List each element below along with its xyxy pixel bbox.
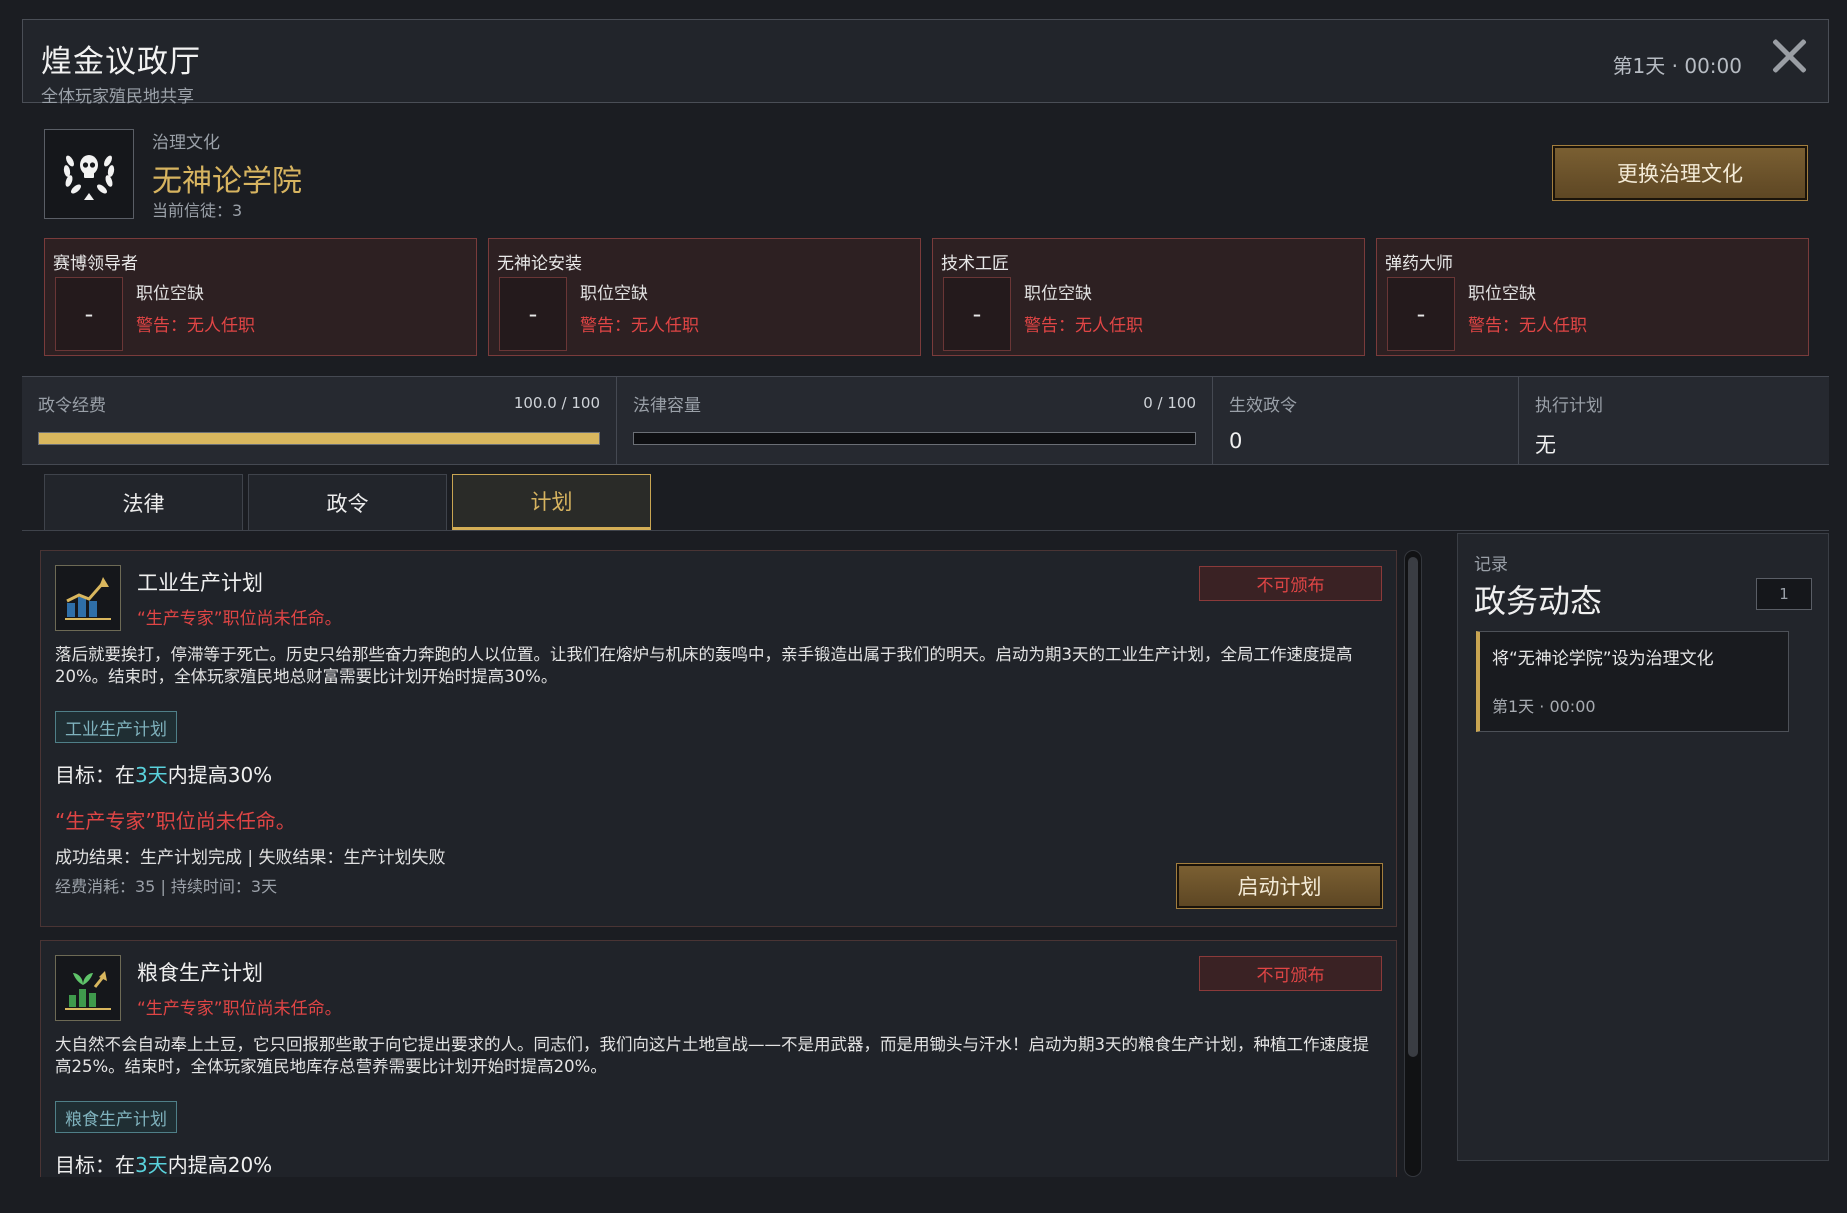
position-title: 无神论安装 [497, 254, 582, 274]
stat-label: 执行计划 [1535, 396, 1603, 416]
tab-decrees[interactable]: 政令 [248, 474, 447, 531]
tab-laws[interactable]: 法律 [44, 474, 243, 531]
position-status: 职位空缺 [1024, 284, 1092, 304]
log-entry-text: 将“无神论学院”设为治理文化 [1492, 649, 1714, 669]
plan-target-prefix: 目标：在 [55, 1153, 135, 1177]
plan-target-days: 3天 [135, 763, 168, 787]
decree-funds-bar [38, 432, 600, 445]
stat-label: 政令经费 [38, 396, 106, 416]
game-clock: 第1天 · 00:00 [1612, 54, 1742, 78]
position-status: 职位空缺 [1468, 284, 1536, 304]
plan-description: 落后就要挨打，停滞等于死亡。历史只给那些奋力奔跑的人以位置。让我们在熔炉与机床的… [55, 645, 1353, 686]
stat-label: 法律容量 [633, 396, 701, 416]
stat-number: 0 / 100 [1143, 394, 1196, 412]
position-warning: 警告：无人任职 [580, 316, 699, 336]
scrollbar-thumb[interactable] [1408, 557, 1418, 1057]
close-icon[interactable] [1768, 34, 1810, 76]
plan-target-prefix: 目标：在 [55, 763, 135, 787]
plan-status-badge: 不可颁布 [1199, 956, 1382, 991]
plan-tag: 粮食生产计划 [55, 1101, 177, 1133]
position-slot[interactable]: - [943, 277, 1011, 351]
crop-chart-icon [55, 955, 121, 1021]
culture-label: 治理文化 [152, 133, 220, 153]
plan-requirement-warning: “生产专家”职位尚未任命。 [55, 809, 296, 833]
stat-value: 无 [1535, 433, 1556, 457]
plan-target-suffix: 内提高20% [167, 1153, 273, 1177]
stat-exec-plan: 执行计划 无 [1519, 377, 1829, 464]
plan-requirement: “生产专家”职位尚未任命。 [137, 609, 342, 629]
plan-list[interactable]: 工业生产计划 “生产专家”职位尚未任命。 不可颁布 落后就要挨打，停滞等于死亡。… [0, 540, 1440, 1177]
log-title: 政务动态 [1474, 582, 1603, 620]
plan-cost: 经费消耗：35 | 持续时间：3天 [55, 877, 278, 896]
position-title: 赛博领导者 [53, 254, 138, 274]
culture-name: 无神论学院 [152, 164, 302, 199]
log-label: 记录 [1474, 555, 1508, 575]
plan-card-industry: 工业生产计划 “生产专家”职位尚未任命。 不可颁布 落后就要挨打，停滞等于死亡。… [40, 550, 1397, 927]
position-title: 弹药大师 [1385, 254, 1453, 274]
stat-number: 100.0 / 100 [513, 394, 600, 412]
page-subtitle: 全体玩家殖民地共享 [41, 87, 194, 107]
log-panel: 记录 政务动态 1 将“无神论学院”设为治理文化 第1天 · 00:00 [1457, 533, 1829, 1161]
change-culture-button[interactable]: 更换治理文化 [1552, 145, 1808, 201]
plan-description: 大自然不会自动奉上土豆，它只回报那些敢于向它提出要求的人。同志们，我们向这片土地… [55, 1035, 1369, 1076]
position-slot[interactable]: - [499, 277, 567, 351]
law-capacity-bar [633, 432, 1196, 445]
log-entry-time: 第1天 · 00:00 [1492, 697, 1596, 716]
plan-target: 目标：在3天内提高30% [55, 759, 272, 788]
stat-label: 生效政令 [1229, 396, 1297, 416]
position-status: 职位空缺 [580, 284, 648, 304]
position-title: 技术工匠 [941, 254, 1009, 274]
position-status: 职位空缺 [136, 284, 204, 304]
position-slot[interactable]: - [1387, 277, 1455, 351]
position-slot[interactable]: - [55, 277, 123, 351]
plan-requirement: “生产专家”职位尚未任命。 [137, 999, 342, 1019]
stat-value: 0 [1229, 429, 1243, 453]
stat-active-decrees: 生效政令 0 [1213, 377, 1519, 464]
position-card-ammo-master: 弹药大师 - 职位空缺 警告：无人任职 [1376, 238, 1809, 356]
stat-decree-funds: 政令经费 100.0 / 100 [22, 377, 617, 464]
log-entry: 将“无神论学院”设为治理文化 第1天 · 00:00 [1476, 631, 1789, 732]
position-card-tech-artisan: 技术工匠 - 职位空缺 警告：无人任职 [932, 238, 1365, 356]
plan-target-days: 3天 [135, 1153, 168, 1177]
position-card-cyber-leader: 赛博领导者 - 职位空缺 警告：无人任职 [44, 238, 477, 356]
window-header: 煌金议政厅 全体玩家殖民地共享 第1天 · 00:00 [22, 19, 1829, 107]
page-title: 煌金议政厅 [41, 44, 201, 80]
plan-target-suffix: 内提高30% [167, 763, 273, 787]
stat-law-capacity: 法律容量 0 / 100 [617, 377, 1213, 464]
plan-name: 粮食生产计划 [137, 961, 263, 985]
plan-card-food: 粮食生产计划 “生产专家”职位尚未任命。 不可颁布 大自然不会自动奉上土豆，它只… [40, 940, 1397, 1177]
plan-results: 成功结果：生产计划完成 | 失败结果：生产计划失败 [55, 848, 446, 868]
plan-name: 工业生产计划 [137, 571, 263, 595]
tab-divider [22, 530, 1829, 531]
position-warning: 警告：无人任职 [1024, 316, 1143, 336]
culture-believers: 当前信徒：3 [152, 201, 243, 220]
plan-tag: 工业生产计划 [55, 711, 177, 743]
position-warning: 警告：无人任职 [1468, 316, 1587, 336]
tab-plans[interactable]: 计划 [452, 474, 651, 531]
log-count-badge: 1 [1756, 578, 1812, 610]
stats-bar: 政令经费 100.0 / 100 法律容量 0 / 100 生效政令 0 执行计… [22, 376, 1829, 465]
plan-status-badge: 不可颁布 [1199, 566, 1382, 601]
position-warning: 警告：无人任职 [136, 316, 255, 336]
laurel-skull-icon [44, 129, 134, 219]
start-plan-button[interactable]: 启动计划 [1176, 863, 1383, 909]
industry-chart-icon [55, 565, 121, 631]
decree-funds-bar-fill [39, 433, 599, 444]
plan-target: 目标：在3天内提高20% [55, 1149, 272, 1177]
plan-list-scrollbar[interactable] [1404, 550, 1422, 1177]
position-card-atheist-installer: 无神论安装 - 职位空缺 警告：无人任职 [488, 238, 921, 356]
